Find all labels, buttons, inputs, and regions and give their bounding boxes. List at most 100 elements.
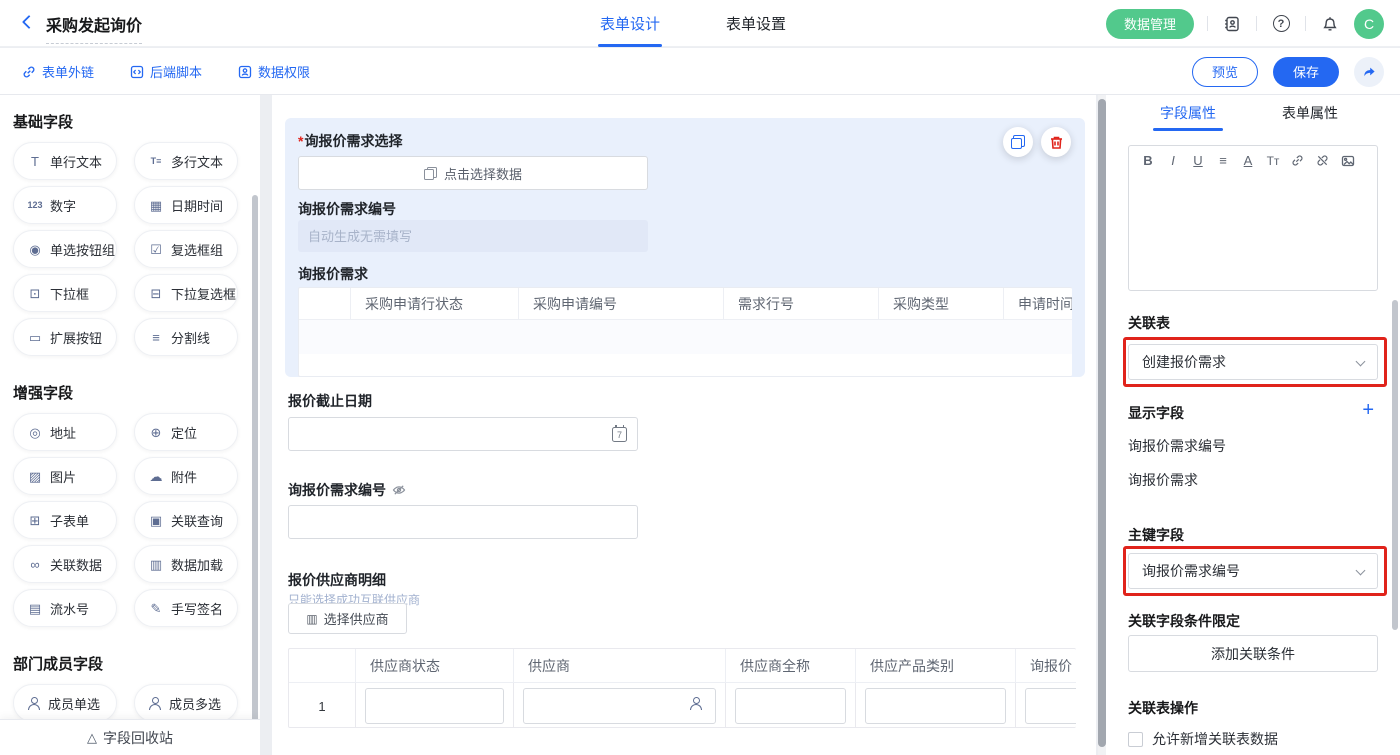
- image-icon: ▨: [27, 470, 43, 483]
- share-button[interactable]: [1354, 57, 1384, 87]
- field-item-extend-button[interactable]: ▭扩展按钮: [13, 318, 117, 356]
- section-title-members: 部门成员字段: [13, 653, 260, 674]
- field-item-datetime[interactable]: ▦日期时间: [134, 186, 238, 224]
- crosshair-icon: ⊕: [148, 426, 164, 439]
- italic-button[interactable]: I: [1166, 153, 1180, 168]
- font-color-button[interactable]: A: [1241, 153, 1255, 168]
- field-item-related-data[interactable]: ∞关联数据: [13, 545, 117, 583]
- supplier-fullname-input[interactable]: [735, 688, 846, 724]
- field-item-radio-group[interactable]: ◉单选按钮组: [13, 230, 117, 268]
- supplier-status-cell: [356, 683, 514, 728]
- preview-button[interactable]: 预览: [1192, 57, 1258, 87]
- panel-scrollbar[interactable]: [1392, 300, 1398, 630]
- person-icon: [689, 697, 703, 710]
- divider: [1305, 16, 1306, 31]
- header-cell: 供应商: [514, 649, 726, 682]
- pen-icon: ✎: [148, 602, 164, 615]
- selected-field-block[interactable]: *询报价需求选择 点击选择数据 询报价需求编号 询报价需求 采购申请行状态 采购…: [285, 118, 1085, 377]
- help-icon[interactable]: ?: [1270, 13, 1292, 35]
- contacts-icon[interactable]: [1221, 13, 1243, 35]
- field-item-dropdown[interactable]: ⊡下拉框: [13, 274, 117, 312]
- enhanced-fields-grid: ◎地址 ⊕定位 ▨图片 ☁附件 ⊞子表单 ▣关联查询 ∞关联数据 ▥数据加载 ▤…: [13, 413, 260, 627]
- tab-form-design[interactable]: 表单设计: [600, 0, 660, 47]
- field-item-member-multi[interactable]: 成员多选: [134, 684, 238, 722]
- section-title-basic: 基础字段: [13, 111, 260, 132]
- delete-field-button[interactable]: [1041, 127, 1071, 157]
- select-supplier-button[interactable]: ▥ 选择供应商: [288, 603, 407, 634]
- field-item-related-query[interactable]: ▣关联查询: [134, 501, 238, 539]
- field-item-member-single[interactable]: 成员单选: [13, 684, 117, 722]
- field-item-data-load[interactable]: ▥数据加载: [134, 545, 238, 583]
- external-link-button[interactable]: 表单外链: [22, 62, 94, 81]
- field-item-attachment[interactable]: ☁附件: [134, 457, 238, 495]
- subtable-empty-row: [299, 320, 1072, 354]
- add-condition-button[interactable]: 添加关联条件: [1128, 635, 1378, 672]
- remove-link-button[interactable]: [1316, 154, 1330, 167]
- font-size-button[interactable]: Tт: [1266, 154, 1280, 168]
- field-item-geolocation[interactable]: ⊕定位: [134, 413, 238, 451]
- insert-link-button[interactable]: [1291, 154, 1305, 167]
- user-avatar[interactable]: C: [1354, 9, 1384, 39]
- sidebar-scrollbar[interactable]: [252, 195, 258, 755]
- display-field-item[interactable]: 询报价需求编号: [1128, 436, 1226, 456]
- supplier-input[interactable]: [523, 688, 716, 724]
- save-button[interactable]: 保存: [1273, 57, 1339, 87]
- field-item-divider[interactable]: ≡分割线: [134, 318, 238, 356]
- field-label: 询报价需求编号: [298, 199, 396, 219]
- add-display-field-button[interactable]: +: [1362, 400, 1374, 420]
- data-permission-button[interactable]: 数据权限: [238, 62, 310, 81]
- supplier-status-input[interactable]: [365, 688, 504, 724]
- date-input[interactable]: 7: [288, 417, 638, 451]
- field-description-editor[interactable]: B I U ≡ A Tт: [1128, 145, 1378, 291]
- basic-fields-grid: T单行文本 T≡多行文本 123数字 ▦日期时间 ◉单选按钮组 ☑复选框组 ⊡下…: [13, 142, 260, 356]
- chevron-down-icon: [1356, 357, 1366, 367]
- field-item-subform[interactable]: ⊞子表单: [13, 501, 117, 539]
- tab-form-properties[interactable]: 表单属性: [1282, 95, 1338, 131]
- field-item-address[interactable]: ◎地址: [13, 413, 117, 451]
- back-button[interactable]: [20, 14, 38, 32]
- product-category-input[interactable]: [865, 688, 1006, 724]
- supplier-field-label: 报价供应商明细: [288, 570, 386, 590]
- tab-field-properties[interactable]: 字段属性: [1160, 95, 1216, 131]
- top-header: 采购发起询价 表单设计 表单设置 数据管理 ?: [0, 0, 1400, 47]
- field-item-checkbox-group[interactable]: ☑复选框组: [134, 230, 238, 268]
- backend-script-button[interactable]: 后端脚本: [130, 62, 202, 81]
- field-item-multi-dropdown[interactable]: ⊟下拉复选框: [134, 274, 238, 312]
- linked-data-icon: ∞: [27, 558, 43, 571]
- button-icon: ▭: [27, 331, 43, 344]
- field-item-image[interactable]: ▨图片: [13, 457, 117, 495]
- toolbar-links: 表单外链 后端脚本 数据权限: [22, 48, 310, 95]
- bell-icon[interactable]: [1319, 13, 1341, 35]
- dropdown-icon: ⊡: [27, 287, 43, 300]
- related-table-select[interactable]: 创建报价需求: [1128, 344, 1378, 380]
- pick-data-button[interactable]: 点击选择数据: [298, 156, 648, 190]
- calendar-icon: ▦: [148, 199, 164, 212]
- copy-field-button[interactable]: [1003, 127, 1033, 157]
- canvas-scrollbar[interactable]: [1098, 99, 1106, 747]
- field-item-multi-text[interactable]: T≡多行文本: [134, 142, 238, 180]
- insert-image-button[interactable]: [1341, 154, 1355, 168]
- primary-key-select[interactable]: 询报价需求编号: [1128, 553, 1378, 589]
- display-field-item[interactable]: 询报价需求: [1128, 470, 1198, 490]
- field-item-serial-number[interactable]: ▤流水号: [13, 589, 117, 627]
- header-cell: 供应商状态: [356, 649, 514, 682]
- allow-add-checkbox[interactable]: [1128, 732, 1143, 747]
- data-manage-button[interactable]: 数据管理: [1106, 9, 1194, 39]
- field-item-single-text[interactable]: T单行文本: [13, 142, 117, 180]
- bold-button[interactable]: B: [1141, 153, 1155, 168]
- tab-form-settings[interactable]: 表单设置: [726, 0, 786, 47]
- field-item-number[interactable]: 123数字: [13, 186, 117, 224]
- properties-panel: 字段属性 表单属性 B I U ≡ A Tт 关联表 创建报价需求 显示字段 +…: [1106, 95, 1400, 755]
- quote-input[interactable]: [1025, 688, 1076, 724]
- underline-button[interactable]: U: [1191, 153, 1205, 168]
- supplier-subtable: 供应商状态 供应商 供应商全称 供应产品类别 询报价 1: [288, 648, 1076, 728]
- field-item-signature[interactable]: ✎手写签名: [134, 589, 238, 627]
- demand-number-input[interactable]: [288, 505, 638, 539]
- strikethrough-button[interactable]: ≡: [1216, 153, 1230, 168]
- select-data-icon: [424, 167, 437, 180]
- form-canvas: *询报价需求选择 点击选择数据 询报价需求编号 询报价需求 采购申请行状态 采购…: [272, 95, 1096, 755]
- field-label: *询报价需求选择: [298, 131, 402, 151]
- page-title: 采购发起询价: [46, 12, 142, 44]
- header-cell: 申请时间: [1004, 288, 1072, 319]
- field-recycle-bin[interactable]: △ 字段回收站: [0, 719, 260, 755]
